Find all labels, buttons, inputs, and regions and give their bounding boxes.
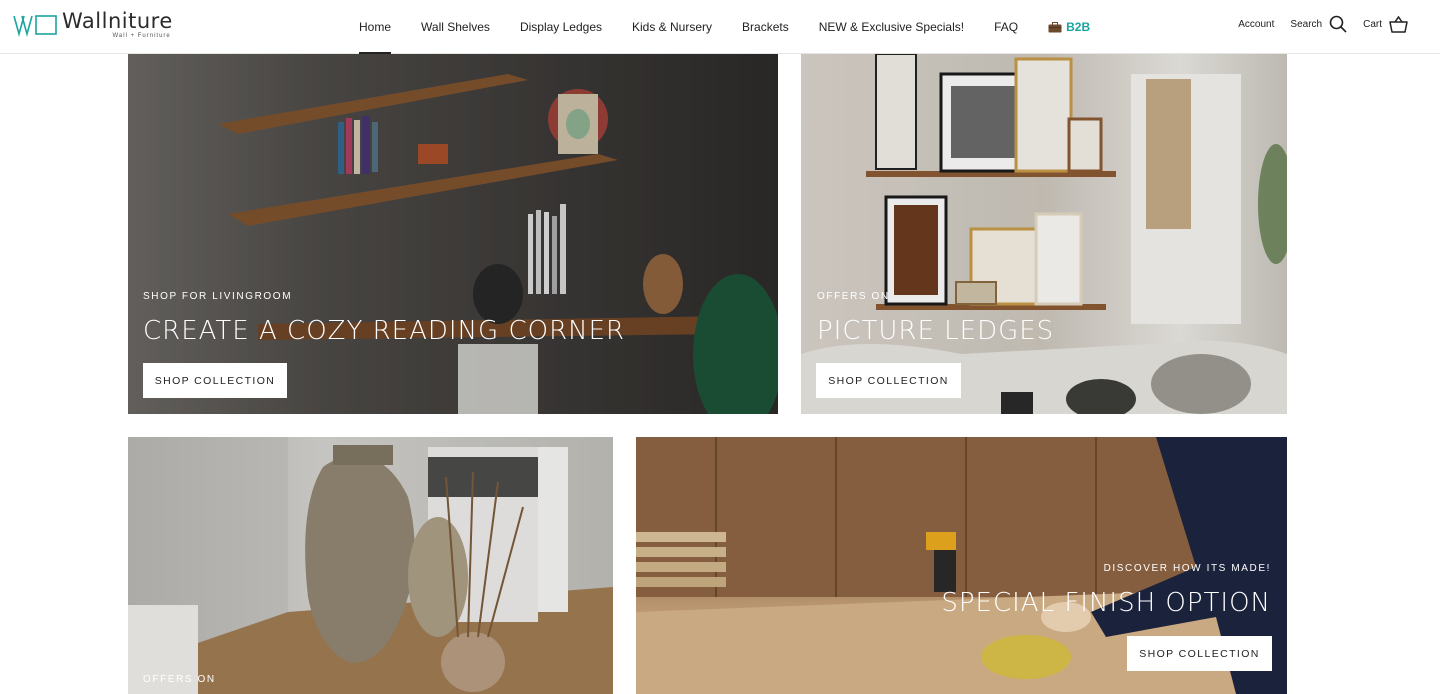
nav-brackets[interactable]: Brackets	[742, 0, 789, 54]
search-button[interactable]: Search	[1290, 15, 1347, 33]
tile-heading: CREATE A COZY READING CORNER	[143, 316, 626, 346]
promo-tile-special-finish[interactable]: DISCOVER HOW ITS MADE! SPECIAL FINISH OP…	[636, 437, 1287, 694]
brand-name: Wallniture	[62, 9, 173, 33]
vases-image	[128, 437, 613, 694]
promo-tile-decor[interactable]: OFFERS ON	[128, 437, 613, 694]
tile-kicker: OFFERS ON	[817, 291, 890, 302]
shop-collection-button[interactable]: SHOP COLLECTION	[816, 363, 961, 398]
picture-ledges-image	[801, 54, 1287, 414]
main-nav: Home Wall Shelves Display Ledges Kids & …	[344, 0, 1105, 54]
briefcase-icon	[1048, 21, 1062, 32]
site-header: Wallniture Wall + Furniture Home Wall Sh…	[0, 0, 1440, 54]
search-icon	[1329, 15, 1347, 33]
tile-heading: PICTURE LEDGES	[817, 316, 1055, 346]
logo-mark-icon	[13, 15, 57, 37]
tile-heading: SPECIAL FINISH OPTION	[941, 588, 1271, 618]
promo-tile-reading-corner[interactable]: SHOP FOR LIVINGROOM CREATE A COZY READIN…	[128, 54, 778, 414]
nav-b2b-label: B2B	[1066, 20, 1091, 34]
account-link[interactable]: Account	[1238, 19, 1274, 30]
logo-text: Wallniture Wall + Furniture	[62, 9, 173, 40]
nav-new-specials[interactable]: NEW & Exclusive Specials!	[819, 0, 964, 54]
nav-kids-nursery[interactable]: Kids & Nursery	[632, 0, 712, 54]
cart-button[interactable]: Cart	[1363, 15, 1408, 33]
search-label: Search	[1290, 18, 1323, 30]
shop-collection-button[interactable]: SHOP COLLECTION	[1127, 636, 1272, 671]
shop-collection-button[interactable]: SHOP COLLECTION	[143, 363, 287, 398]
header-utilities: Account Search Cart	[1222, 0, 1408, 48]
nav-home[interactable]: Home	[359, 0, 392, 54]
brand-tagline: Wall + Furniture	[112, 33, 171, 39]
nav-faq[interactable]: FAQ	[994, 0, 1018, 54]
brand-logo[interactable]: Wallniture Wall + Furniture	[12, 9, 173, 40]
nav-wall-shelves[interactable]: Wall Shelves	[421, 0, 490, 54]
promo-tile-picture-ledges[interactable]: OFFERS ON PICTURE LEDGES SHOP COLLECTION	[801, 54, 1287, 414]
nav-b2b[interactable]: B2B	[1048, 0, 1090, 54]
basket-icon	[1389, 15, 1408, 33]
tile-kicker: SHOP FOR LIVINGROOM	[143, 291, 293, 302]
nav-display-ledges[interactable]: Display Ledges	[520, 0, 602, 54]
tile-kicker: DISCOVER HOW ITS MADE!	[1103, 563, 1271, 574]
cart-label: Cart	[1363, 18, 1382, 30]
reading-corner-image	[128, 54, 778, 414]
tile-kicker: OFFERS ON	[143, 674, 216, 685]
